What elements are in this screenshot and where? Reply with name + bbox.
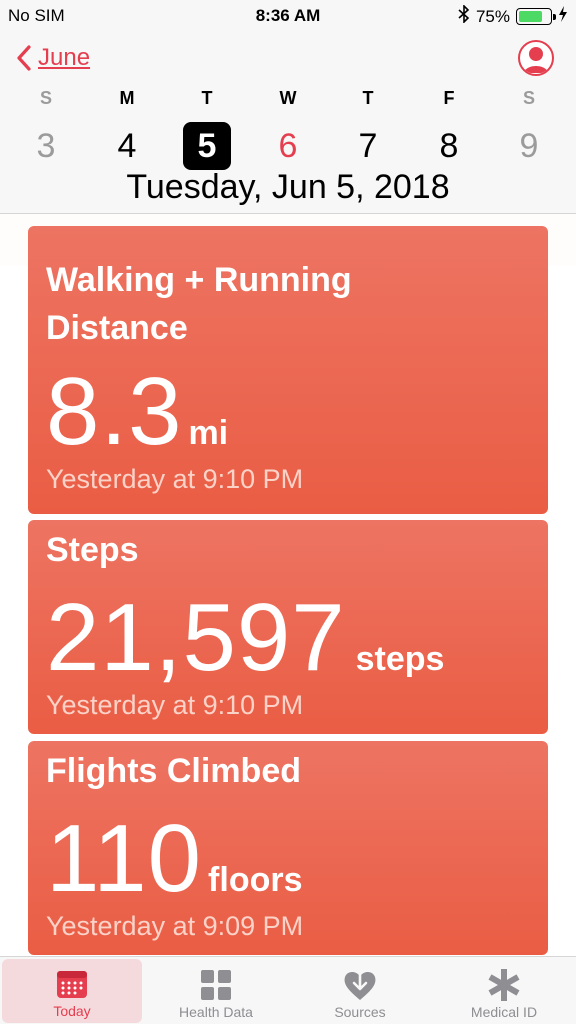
battery-fill	[519, 11, 542, 22]
person-icon	[523, 47, 549, 73]
tab-today[interactable]: Today	[2, 959, 142, 1023]
flights-climbed-card[interactable]: Flights Climbed 110 floors Yesterday at …	[28, 741, 548, 955]
card-timestamp: Yesterday at 9:09 PM	[46, 911, 304, 941]
day-3[interactable]: 3	[22, 122, 70, 170]
status-right: 75%	[458, 4, 568, 28]
card-title: Flights Climbed	[46, 752, 301, 790]
day-4[interactable]: 4	[103, 122, 151, 170]
tab-today-label: Today	[53, 1003, 91, 1019]
weekday-sat: S	[522, 88, 535, 108]
day-5-selected[interactable]: 5	[183, 122, 231, 170]
grid-icon	[200, 966, 232, 1004]
card-value-row: 21,597 steps	[46, 590, 444, 686]
back-to-month-button[interactable]: June	[16, 44, 90, 72]
tab-medical-id[interactable]: Medical ID	[432, 957, 576, 1024]
bluetooth-icon	[458, 4, 470, 28]
day-6-today[interactable]: 6	[264, 122, 312, 170]
day-8[interactable]: 8	[425, 122, 473, 170]
card-title: Steps	[46, 531, 139, 569]
chevron-left-icon	[17, 45, 31, 71]
battery-icon	[516, 8, 556, 25]
day-row: 3 4 5 6 7 8 9	[0, 122, 576, 170]
weekday-row: S M T W T F S	[0, 88, 576, 112]
weekday-sun: S	[39, 88, 52, 108]
asterisk-icon	[487, 966, 521, 1004]
weekday-tue: T	[201, 88, 213, 108]
charging-bolt-icon	[558, 6, 568, 27]
profile-button[interactable]	[518, 40, 554, 76]
tab-health-data[interactable]: Health Data	[144, 957, 288, 1024]
card-title-line2: Distance	[46, 309, 188, 347]
tab-sources-label: Sources	[334, 1004, 386, 1020]
status-bar: No SIM 8:36 AM 75%	[0, 0, 576, 32]
card-title-line1: Walking + Running	[46, 261, 352, 299]
card-value: 110	[46, 805, 203, 912]
card-timestamp: Yesterday at 9:10 PM	[46, 690, 304, 720]
card-value: 21,597	[46, 584, 346, 691]
day-7[interactable]: 7	[344, 122, 392, 170]
selected-date-title: Tuesday, Jun 5, 2018	[126, 168, 450, 206]
calendar-icon	[56, 965, 88, 1003]
card-timestamp: Yesterday at 9:10 PM	[46, 464, 304, 494]
card-unit: steps	[355, 640, 445, 678]
tab-sources[interactable]: Sources	[288, 957, 432, 1024]
card-unit: mi	[188, 414, 229, 452]
card-unit: floors	[208, 861, 303, 899]
calendar-header: June S M T W T F S 3 4 5 6 7 8 9 Tuesday…	[0, 32, 576, 214]
weekday-wed: W	[279, 88, 297, 108]
walking-running-distance-card[interactable]: Walking + Running Distance 8.3 mi Yester…	[28, 226, 548, 514]
steps-card[interactable]: Steps 21,597 steps Yesterday at 9:10 PM	[28, 520, 548, 734]
tab-bar: Today Health Data Sources Medical ID	[0, 956, 576, 1024]
tab-medical-id-label: Medical ID	[470, 1004, 538, 1020]
card-value: 8.3	[46, 358, 183, 465]
card-value-row: 8.3 mi	[46, 364, 228, 460]
weekday-mon: M	[119, 88, 135, 108]
back-button-label: June	[38, 44, 91, 71]
weekday-thu: T	[362, 88, 374, 108]
day-9[interactable]: 9	[505, 122, 553, 170]
card-value-row: 110 floors	[46, 811, 303, 907]
tab-health-data-label: Health Data	[179, 1004, 253, 1020]
heart-download-icon	[342, 966, 378, 1004]
weekday-fri: F	[443, 88, 455, 108]
battery-percent: 75%	[475, 6, 510, 26]
